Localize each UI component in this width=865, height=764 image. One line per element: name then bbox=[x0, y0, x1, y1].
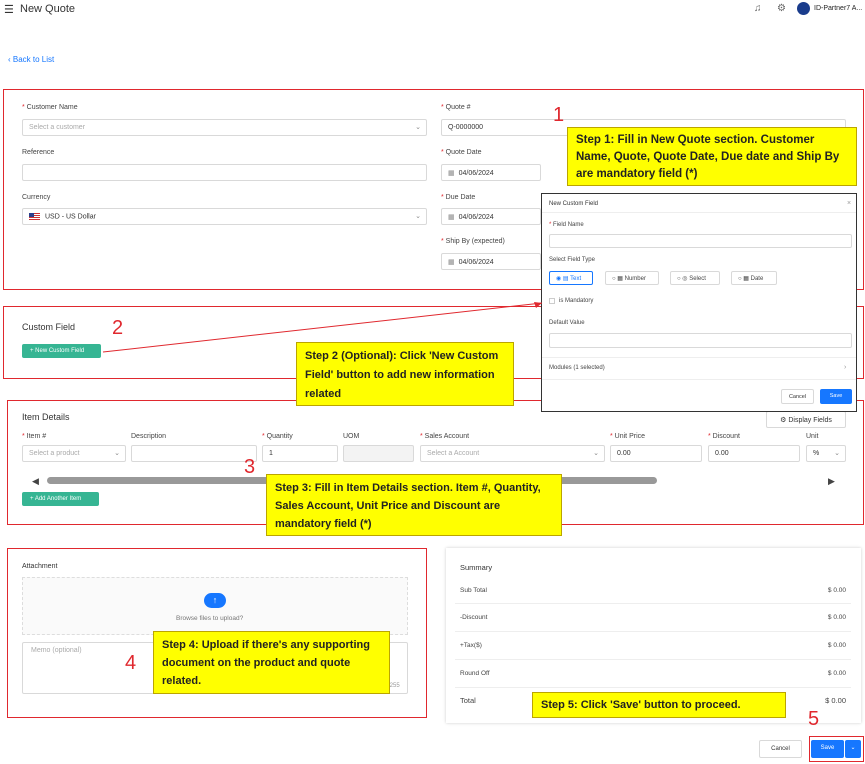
modal-title: New Custom Field bbox=[549, 201, 599, 207]
modal-save-button[interactable]: Save bbox=[820, 389, 852, 404]
back-label: Back to List bbox=[12, 55, 55, 64]
user-name[interactable]: ID-Partner7 A... bbox=[814, 5, 862, 12]
save-button[interactable]: Save bbox=[811, 740, 844, 758]
default-value-label: Default Value bbox=[549, 320, 585, 326]
step5-number: 5 bbox=[808, 708, 820, 730]
display-fields-button[interactable]: ⚙ Display Fields bbox=[766, 411, 846, 428]
menu-icon[interactable]: ☰ bbox=[4, 3, 14, 16]
us-flag-icon bbox=[29, 213, 40, 220]
summary-tax: +Tax($) $ 0.00 bbox=[460, 642, 846, 649]
col-account: * Sales Account bbox=[420, 433, 470, 440]
due-date-input[interactable]: ▦ 04/06/2024 bbox=[441, 208, 541, 225]
currency-select[interactable]: USD - US Dollar ⌄ bbox=[22, 208, 427, 225]
divider bbox=[542, 379, 856, 380]
chevron-down-icon: ⌄ bbox=[415, 124, 421, 131]
summary-subtotal: Sub Total $ 0.00 bbox=[460, 587, 846, 594]
reference-label: Reference bbox=[22, 149, 55, 156]
unit-select[interactable]: % ⌄ bbox=[806, 445, 846, 462]
default-value-input[interactable] bbox=[549, 333, 852, 348]
quote-date-label: * Quote Date bbox=[441, 149, 482, 156]
col-qty: * Quantity bbox=[262, 433, 293, 440]
step3-callout: Step 3: Fill in Item Details section. It… bbox=[266, 474, 562, 536]
calendar-icon: ▦ bbox=[448, 170, 455, 177]
reference-input[interactable] bbox=[22, 164, 427, 181]
page-title: New Quote bbox=[20, 3, 76, 15]
summary-discount: -Discount $ 0.00 bbox=[460, 614, 846, 621]
field-type-label: Select Field Type bbox=[549, 257, 595, 263]
calendar-icon: ▦ bbox=[448, 214, 455, 221]
step1-callout: Step 1: Fill in New Quote section. Custo… bbox=[567, 127, 857, 186]
item-select[interactable]: Select a product ⌄ bbox=[22, 445, 126, 462]
step3-number: 3 bbox=[244, 456, 256, 478]
step5-callout: Step 5: Click 'Save' button to proceed. bbox=[532, 692, 786, 718]
divider bbox=[455, 603, 851, 604]
type-select-radio[interactable]: ○ ◎ Select bbox=[670, 271, 720, 285]
summary-title: Summary bbox=[460, 563, 493, 572]
gear-icon[interactable]: ⚙ bbox=[777, 3, 786, 14]
cancel-button[interactable]: Cancel bbox=[759, 740, 802, 758]
mandatory-label: is Mandatory bbox=[559, 298, 594, 304]
close-icon[interactable]: × bbox=[847, 200, 851, 207]
calendar-icon: ▦ bbox=[448, 259, 455, 266]
field-name-label: * Field Name bbox=[549, 222, 584, 228]
chevron-down-icon: ⌄ bbox=[850, 745, 856, 751]
modal-cancel-button[interactable]: Cancel bbox=[781, 389, 814, 404]
scroll-left-icon[interactable]: ◀ bbox=[32, 476, 39, 487]
browse-label: Browse files to upload? bbox=[176, 615, 244, 622]
chevron-down-icon: ⌄ bbox=[114, 450, 120, 457]
divider bbox=[455, 631, 851, 632]
ship-by-input[interactable]: ▦ 04/06/2024 bbox=[441, 253, 541, 270]
attachment-title: Attachment bbox=[22, 563, 58, 570]
custom-field-title: Custom Field bbox=[22, 322, 76, 332]
divider bbox=[542, 357, 856, 358]
step4-callout: Step 4: Upload if there's any supporting… bbox=[153, 631, 390, 694]
col-uom: UOM bbox=[343, 433, 360, 440]
chevron-down-icon: ⌄ bbox=[593, 450, 599, 457]
save-dropdown-button[interactable]: ⌄ bbox=[845, 740, 861, 758]
avatar[interactable] bbox=[797, 2, 810, 15]
step1-number: 1 bbox=[553, 104, 565, 126]
col-unit: Unit bbox=[806, 433, 819, 440]
type-number-radio[interactable]: ○ ▦ Number bbox=[605, 271, 659, 285]
unit-price-stepper[interactable]: 0.00 bbox=[610, 445, 702, 462]
chevron-down-icon: ⌄ bbox=[834, 450, 840, 457]
divider bbox=[455, 687, 851, 688]
new-custom-field-button[interactable]: + New Custom Field bbox=[22, 344, 101, 358]
summary-roundoff: Round Off $ 0.00 bbox=[460, 670, 846, 677]
col-desc: Description bbox=[131, 433, 167, 440]
add-another-item-button[interactable]: + Add Another Item bbox=[22, 492, 99, 506]
back-link[interactable]: ‹ Back to List bbox=[8, 55, 54, 64]
account-select[interactable]: Select a Account ⌄ bbox=[420, 445, 605, 462]
gear-icon: ⚙ bbox=[780, 417, 787, 424]
due-date-label: * Due Date bbox=[441, 194, 476, 201]
type-date-radio[interactable]: ○ ▦ Date bbox=[731, 271, 777, 285]
quote-no-label: * Quote # bbox=[441, 104, 471, 111]
chevron-right-icon[interactable]: › bbox=[844, 364, 846, 371]
uom-input bbox=[343, 445, 414, 462]
modules-label[interactable]: Modules (1 selected) bbox=[549, 365, 605, 371]
cloud-upload-icon: ↑ bbox=[204, 593, 226, 608]
col-discount: * Discount bbox=[708, 433, 740, 440]
quantity-stepper[interactable]: 1 bbox=[262, 445, 338, 462]
item-details-title: Item Details bbox=[22, 412, 70, 422]
chevron-down-icon: ⌄ bbox=[415, 213, 421, 220]
customer-select[interactable]: Select a customer ⌄ bbox=[22, 119, 427, 136]
divider bbox=[542, 212, 856, 213]
step4-number: 4 bbox=[125, 652, 137, 674]
col-price: * Unit Price bbox=[610, 433, 646, 440]
customer-label: * Customer Name bbox=[22, 104, 78, 111]
description-input[interactable] bbox=[131, 445, 257, 462]
type-text-radio[interactable]: ◉ ▤ Text bbox=[549, 271, 593, 285]
bell-icon[interactable]: ♫ bbox=[754, 3, 762, 14]
col-item: * Item # bbox=[22, 433, 47, 440]
scroll-right-icon[interactable]: ▶ bbox=[828, 476, 835, 487]
quote-date-input[interactable]: ▦ 04/06/2024 bbox=[441, 164, 541, 181]
divider bbox=[455, 659, 851, 660]
new-custom-field-modal: New Custom Field × * Field Name Select F… bbox=[541, 193, 857, 412]
ship-by-label: * Ship By (expected) bbox=[441, 238, 505, 245]
field-name-input[interactable] bbox=[549, 234, 852, 248]
step2-callout: Step 2 (Optional): Click 'New Custom Fie… bbox=[296, 342, 514, 406]
currency-label: Currency bbox=[22, 194, 51, 201]
discount-stepper[interactable]: 0.00 bbox=[708, 445, 800, 462]
